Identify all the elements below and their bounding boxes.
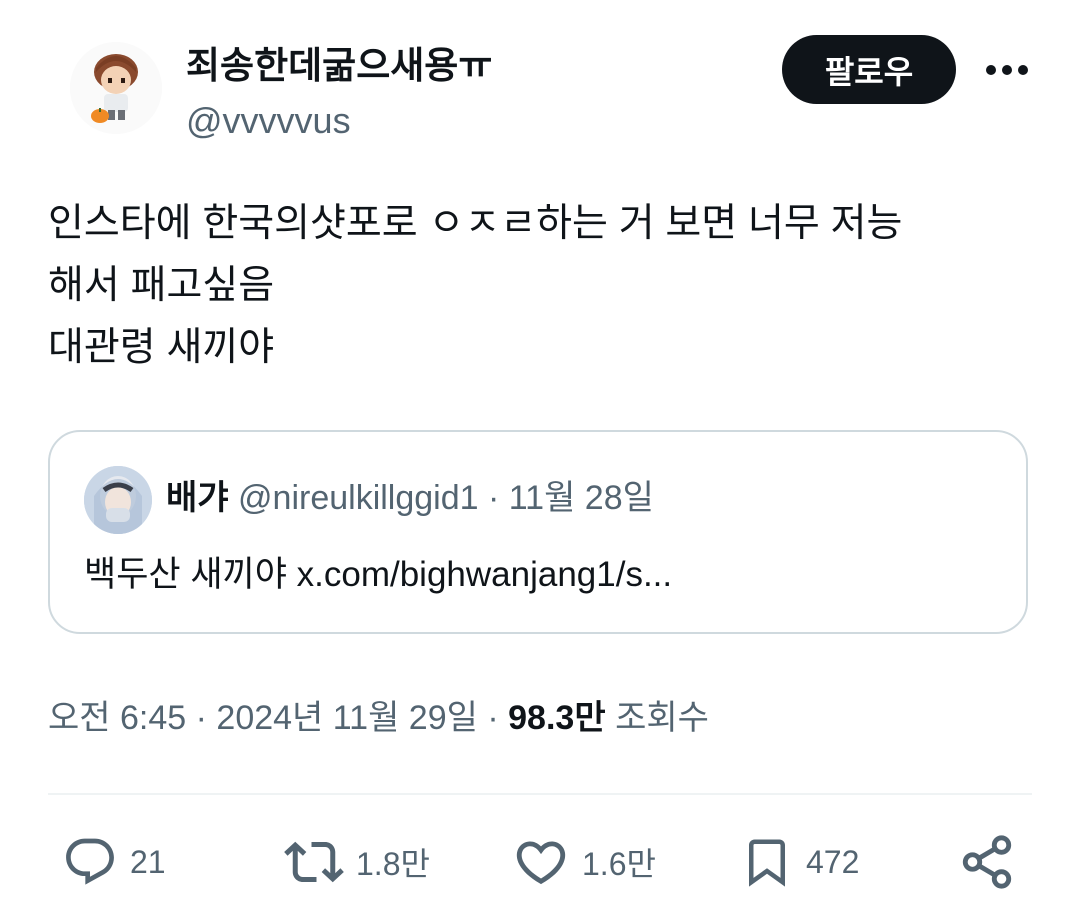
more-icon[interactable]: [982, 50, 1032, 90]
bookmark-icon: [749, 839, 785, 887]
share-icon: [962, 835, 1012, 889]
quote-author-handle[interactable]: @nireulkillggid1: [238, 479, 479, 517]
follow-button[interactable]: 팔로우: [782, 35, 956, 104]
tweet-meta: 오전 6:45 · 2024년 11월 29일 · 98.3만 조회수: [48, 693, 709, 743]
meta-separator-1: ·: [195, 699, 207, 737]
display-name[interactable]: 죄송한데굶으새용ㅠ: [186, 40, 492, 92]
retweet-count: 1.8만: [356, 846, 430, 882]
quote-avatar[interactable]: [84, 466, 152, 534]
avatar-image: [70, 42, 162, 134]
quote-tweet-card[interactable]: 배갸 @nireulkillggid1 · 11월 28일 백두산 새끼야 x.…: [48, 430, 1028, 634]
quote-author-name[interactable]: 배갸: [166, 479, 229, 517]
like-button[interactable]: 1.6만: [512, 832, 656, 892]
tweet-line-2: 해서 패고싶음: [48, 264, 275, 307]
retweet-button[interactable]: 1.8만: [284, 832, 430, 892]
like-count: 1.6만: [582, 846, 656, 882]
quote-separator: ·: [488, 479, 500, 517]
quote-header: 배갸 @nireulkillggid1 · 11월 28일: [166, 474, 654, 522]
quote-date[interactable]: 11월 28일: [509, 479, 654, 517]
heart-icon: [516, 841, 566, 885]
author-avatar[interactable]: [70, 42, 162, 134]
tweet-line-1: 인스타에 한국의샷포로 ㅇㅈㄹ하는 거 보면 너무 저능: [48, 202, 903, 245]
retweet-icon: [284, 841, 344, 883]
divider: [48, 793, 1032, 795]
share-button[interactable]: [958, 832, 1016, 892]
reply-button[interactable]: 21: [62, 832, 166, 892]
tweet-time[interactable]: 오전 6:45: [48, 699, 186, 737]
meta-separator-2: ·: [487, 699, 499, 737]
reply-icon: [66, 838, 114, 885]
bookmark-count: 472: [806, 843, 860, 880]
views-count: 98.3만: [508, 699, 606, 737]
quote-text: 백두산 새끼야 x.com/bighwanjang1/s...: [84, 555, 673, 594]
views-label: 조회수: [615, 699, 709, 737]
tweet-text: 인스타에 한국의샷포로 ㅇㅈㄹ하는 거 보면 너무 저능 해서 패고싶음 대관령…: [48, 193, 1048, 379]
tweet-line-3: 대관령 새끼야: [48, 326, 275, 369]
tweet-date[interactable]: 2024년 11월 29일: [216, 699, 477, 737]
reply-count: 21: [130, 843, 166, 880]
author-handle[interactable]: @vvvvvus: [186, 96, 351, 146]
bookmark-button[interactable]: 472: [740, 832, 859, 892]
